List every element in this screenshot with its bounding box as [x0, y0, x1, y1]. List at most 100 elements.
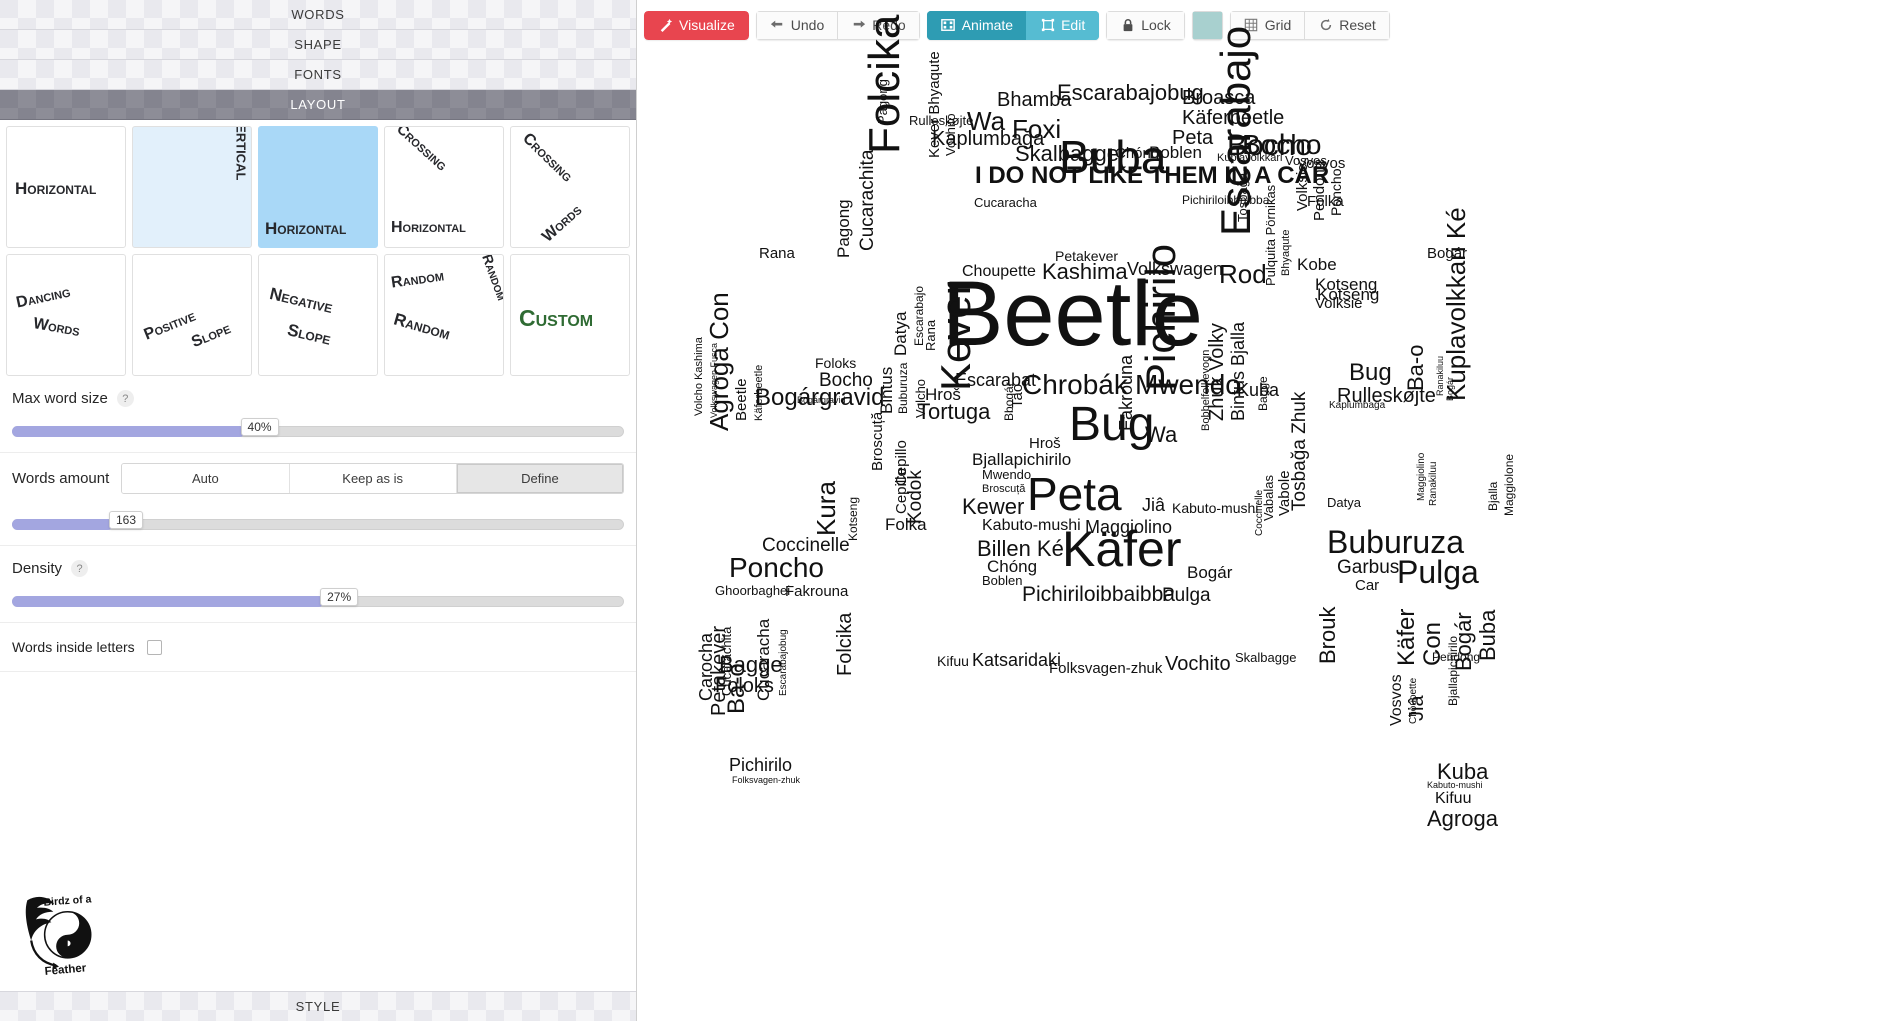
cloud-word[interactable]: Kashima [1042, 261, 1128, 283]
cloud-word[interactable]: Kotseng [1317, 286, 1379, 303]
cloud-word[interactable]: Pendong [1311, 161, 1328, 221]
cloud-word[interactable]: Bboqár [1002, 382, 1016, 421]
cloud-word[interactable]: Pulquita Pörnikas [1263, 185, 1278, 286]
cloud-word[interactable]: Kuplavolkkari [1217, 153, 1282, 164]
cloud-word[interactable]: Kabuto-mushi [1427, 781, 1483, 790]
words-amount-option-define[interactable]: Define [456, 464, 624, 493]
cloud-word[interactable]: Con [1419, 622, 1446, 666]
layout-tile-vertical-horizontal[interactable]: Vertical Horizontal [258, 126, 378, 248]
cloud-word[interactable]: Datya [891, 312, 910, 356]
cloud-word[interactable]: Kodok [905, 470, 926, 524]
cloud-word[interactable]: Pulga [1162, 586, 1211, 605]
cloud-word[interactable]: Poncho [1328, 169, 1344, 216]
cloud-word[interactable]: Bogárgravid [797, 396, 846, 405]
cloud-word[interactable]: Kabuto-mushi [1172, 501, 1258, 515]
cloud-word[interactable]: Kabuto-mushi [982, 518, 1081, 534]
cloud-word[interactable]: Vochito [1165, 654, 1231, 674]
cloud-word[interactable]: Käfer [1393, 609, 1420, 666]
layout-tile-negative-slope[interactable]: Negative Slope [258, 254, 378, 376]
cloud-word[interactable]: Cucaracha [974, 196, 1037, 209]
layout-tile-dancing-words[interactable]: Dancing Words [6, 254, 126, 376]
cloud-word[interactable]: Cucaracha [754, 619, 773, 701]
words-amount-slider[interactable]: 163 [12, 511, 624, 539]
cloud-word[interactable]: Car [1355, 578, 1379, 593]
cloud-word[interactable]: Kobe [1297, 256, 1337, 273]
words-inside-letters-checkbox[interactable] [146, 639, 162, 655]
cloud-word[interactable]: Ranakiluu [1428, 462, 1439, 506]
help-icon-max-word-size[interactable]: ? [116, 390, 134, 407]
cloud-word[interactable]: Bintus Bjalla [1228, 322, 1248, 421]
cloud-word[interactable]: Bobbelfolkevogn [1200, 350, 1212, 431]
cloud-word[interactable]: Kotseng [846, 497, 860, 541]
cloud-word[interactable]: Bogár [1187, 564, 1232, 581]
cloud-word[interactable]: Fakrouna [1116, 355, 1136, 431]
cloud-word[interactable]: Agroga [1427, 808, 1498, 830]
cloud-word[interactable]: Rana [759, 246, 795, 261]
cloud-word[interactable]: Bhamba [997, 90, 1072, 110]
cloud-word[interactable]: Bogár [1445, 377, 1455, 401]
cloud-word[interactable]: Pichiriloibbaibba [1022, 584, 1175, 605]
layout-tile-random[interactable]: Random Random Random [384, 254, 504, 376]
cloud-word[interactable]: Bogár [1451, 612, 1476, 671]
cloud-word[interactable]: Volcho [913, 379, 928, 418]
cloud-word[interactable]: Hroš [1029, 436, 1061, 451]
cloud-word[interactable]: Volksie [1294, 163, 1311, 211]
sidebar-section-words[interactable]: WORDS [0, 0, 636, 30]
cloud-word[interactable]: Rod [1219, 261, 1267, 287]
cloud-word[interactable]: Garbus [1337, 558, 1399, 577]
cloud-word[interactable]: Bhyaqute [1280, 230, 1292, 276]
help-icon-density[interactable]: ? [71, 560, 89, 577]
words-amount-option-auto[interactable]: Auto [122, 464, 290, 493]
max-word-size-slider[interactable]: 40% [12, 418, 624, 446]
edit-button[interactable]: Edit [1026, 10, 1100, 40]
cloud-word[interactable]: Pagong [875, 79, 890, 124]
cloud-word[interactable]: Volcho Kashima [693, 337, 705, 416]
cloud-word[interactable]: Bjallapichirilo [972, 451, 1071, 468]
cloud-word[interactable]: Fakrouna [785, 584, 848, 599]
cloud-word[interactable]: Wa [1145, 424, 1177, 446]
layout-tile-positive-slope[interactable]: Positive Slope [132, 254, 252, 376]
reset-button[interactable]: Reset [1304, 10, 1390, 40]
cloud-word[interactable]: Rana [923, 320, 938, 351]
cloud-word[interactable]: Boblen [982, 574, 1022, 587]
cloud-word[interactable]: Chrobák [1022, 371, 1128, 399]
sidebar-section-shape[interactable]: SHAPE [0, 30, 636, 60]
cloud-word[interactable]: Kifuu [937, 654, 969, 668]
cloud-word[interactable]: Folksvagen-zhuk [1049, 661, 1162, 676]
cloud-word[interactable]: Foloks [815, 356, 856, 370]
layout-tile-horizontal[interactable]: Horizontal [6, 126, 126, 248]
cloud-word[interactable]: Beetle [733, 378, 750, 421]
cloud-word[interactable]: Volkswagen Fusca [709, 343, 719, 418]
cloud-word[interactable]: Kifuu [1435, 791, 1471, 807]
cloud-word[interactable]: Escarabajobug [778, 629, 789, 696]
cloud-word[interactable]: Bintus [877, 367, 896, 414]
lock-button[interactable]: Lock [1106, 10, 1185, 40]
cloud-word[interactable]: Kuplavolkkari Ké [1441, 207, 1471, 401]
cloud-word[interactable]: Tosbağa Zhuk [1289, 392, 1310, 511]
cloud-word[interactable]: Pichirilo [729, 756, 792, 774]
cloud-word[interactable]: Ghoorbaghei [715, 584, 790, 597]
layout-tile-custom[interactable]: Custom [510, 254, 630, 376]
cloud-word[interactable]: Vosvos [1388, 674, 1405, 726]
cloud-word[interactable]: Volkswagen [1127, 260, 1223, 278]
cloud-word[interactable]: Katsaridaki [972, 651, 1061, 669]
layout-tile-crossing-vertical-horizontal[interactable]: Crossing Vertical Horizontal [384, 126, 504, 248]
cloud-word[interactable]: Jiâ [1142, 496, 1165, 514]
cloud-word[interactable]: Poncho [729, 554, 824, 582]
cloud-word[interactable]: Ranakiluu [1435, 356, 1445, 396]
cloud-word[interactable]: Ba-o [723, 663, 750, 714]
cloud-word[interactable]: Boblen [1149, 144, 1202, 161]
cloud-word[interactable]: Kura [811, 481, 841, 536]
cloud-word[interactable]: Kaplumbağa [1329, 401, 1385, 411]
cloud-word[interactable]: Mwendo [982, 468, 1031, 481]
cloud-word[interactable]: Maggiolone [1502, 454, 1516, 516]
cloud-word[interactable]: Peta [1027, 471, 1122, 517]
cloud-word[interactable]: Choupette [962, 264, 1036, 280]
cloud-word[interactable]: Choupette [1408, 678, 1419, 724]
cloud-word[interactable]: Kever Bhyaqute [926, 51, 943, 158]
cloud-word[interactable]: Maggiolino [1085, 518, 1172, 536]
animate-button[interactable]: Animate [926, 10, 1027, 40]
cloud-word[interactable]: Datya [1327, 496, 1361, 509]
cloud-word[interactable]: Maggiolino [1416, 453, 1427, 501]
cloud-word[interactable]: Käferbeetle [753, 365, 765, 421]
